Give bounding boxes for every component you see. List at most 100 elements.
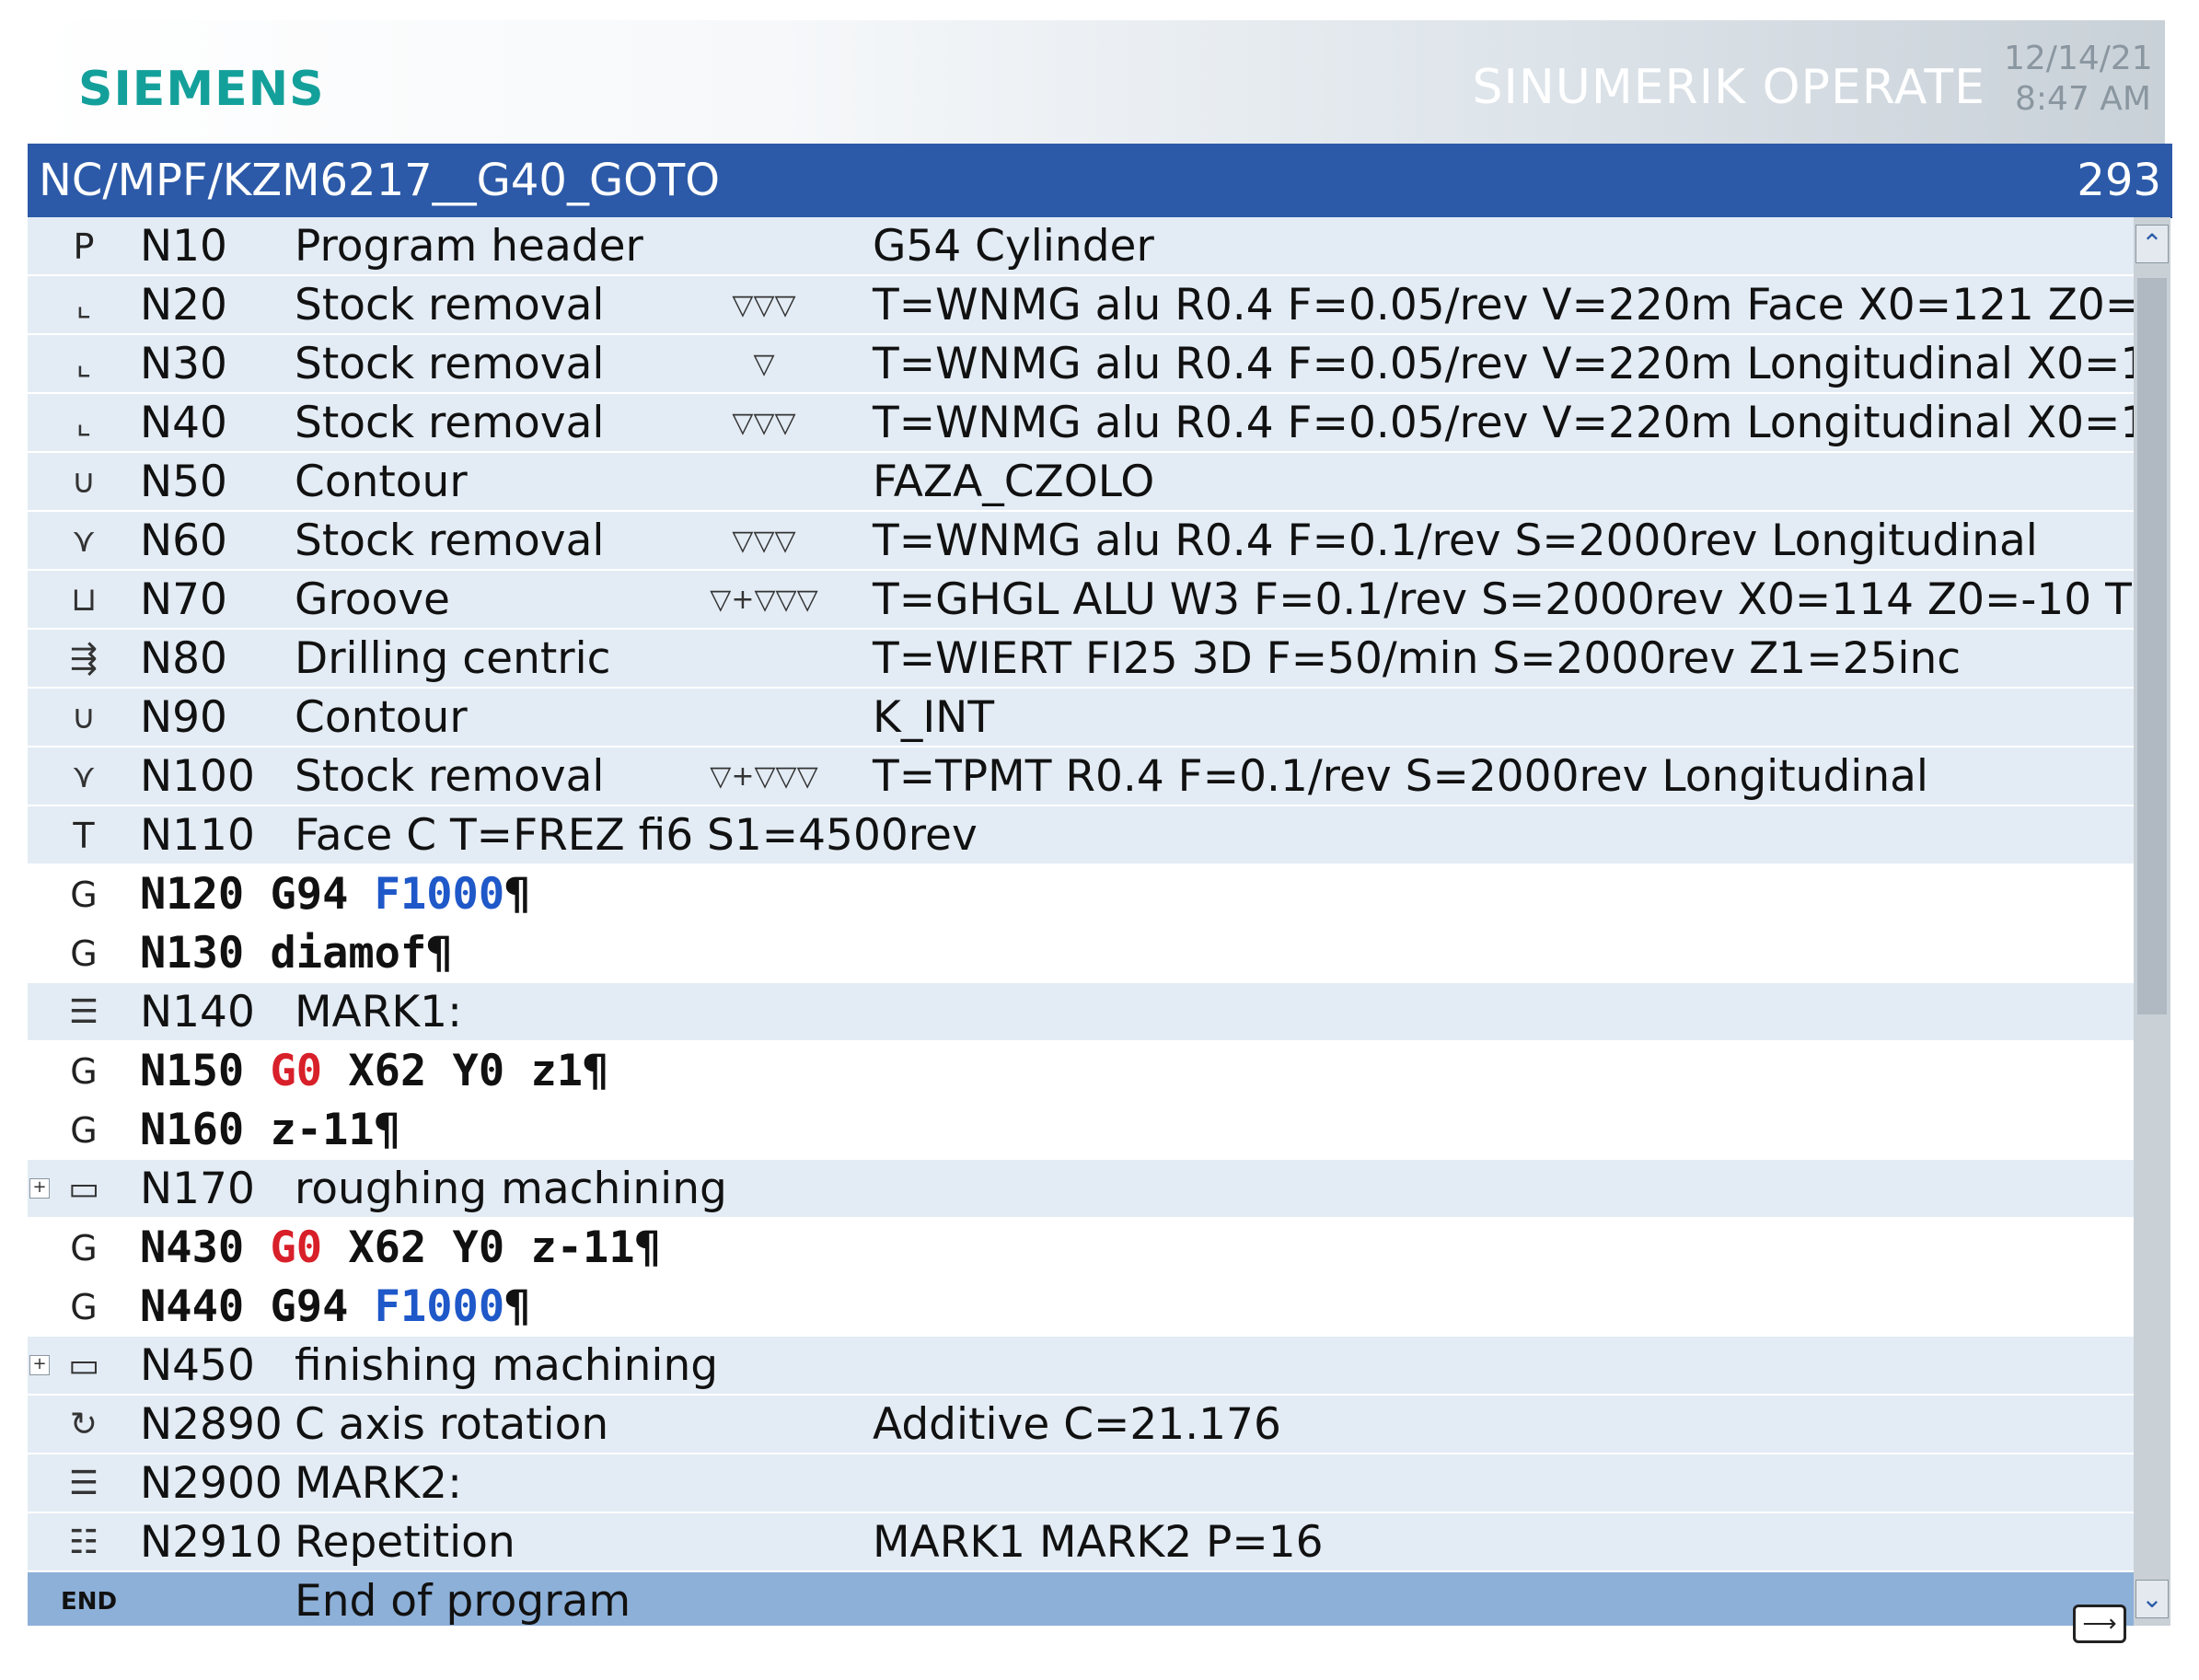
feed-code: F1000	[374, 869, 505, 920]
cycle-row[interactable]: ⋎ N60 Stock removal ▽▽▽ T=WNMG alu R0.4 F=0.…	[28, 512, 2134, 571]
block-name: Repetition	[295, 1517, 515, 1568]
cycle-row[interactable]: ☰ N2900 MARK2:	[28, 1454, 2134, 1513]
cycle-row[interactable]: T N110 Face C T=FREZ fi6 S1=4500rev	[28, 806, 2134, 865]
time-text: 8:47 AM	[2015, 80, 2151, 118]
g-code-icon: G	[70, 1051, 98, 1092]
block-number: N50	[140, 457, 227, 507]
feed-code: F1000	[374, 1281, 505, 1332]
cycle-row[interactable]: ☷ N2910 Repetition MARK1 MARK2 P=16	[28, 1513, 2134, 1572]
groove-icon: ⊔	[70, 581, 98, 619]
machining-marks: ▽▽▽	[732, 525, 796, 557]
block-parameters: Additive C=21.176	[873, 1399, 1281, 1450]
cycle-row[interactable]: ⌞ N20 Stock removal ▽▽▽ T=WNMG alu R0.4 F=0.…	[28, 276, 2134, 335]
block-name: MARK2:	[295, 1458, 462, 1509]
cycle-row[interactable]: ∪ N50 Contour FAZA_CZOLO	[28, 453, 2134, 512]
g-code-line: N440 G94 F1000¶	[140, 1281, 531, 1332]
scroll-up-button[interactable]: ⌃	[2135, 225, 2169, 263]
g-code-row[interactable]: G N160 z-11¶	[28, 1101, 2134, 1160]
line-count: 293	[2077, 155, 2161, 206]
cycle-row[interactable]: ☰ N140 MARK1:	[28, 983, 2134, 1042]
c-axis-rotation-icon: ↻	[69, 1406, 98, 1443]
g-code-icon: G	[70, 933, 98, 974]
block-number: N20	[140, 280, 227, 330]
block-name: Contour	[295, 457, 468, 507]
block-name: End of program	[295, 1576, 631, 1626]
block-parameters: T=WNMG alu R0.4 F=0.05/rev V=220m Longit…	[873, 339, 2134, 389]
block-name: finishing machining	[295, 1340, 719, 1391]
block-name: Stock removal	[295, 280, 605, 330]
clock: 12/14/21 8:47 AM	[2004, 39, 2153, 120]
program-list[interactable]: P N10 Program header G54 Cylinder ⌞ N20 Stock …	[28, 217, 2134, 1626]
enter-icon[interactable]: ⟶	[2073, 1605, 2126, 1643]
block-parameters: K_INT	[873, 692, 995, 743]
machining-marks: ▽	[753, 348, 775, 380]
block-name: roughing machining	[295, 1164, 727, 1214]
g-code-row[interactable]: G N150 G0 X62 Y0 z1¶	[28, 1042, 2134, 1101]
expand-toggle[interactable]: +	[29, 1178, 50, 1199]
block-number: N2890	[140, 1399, 283, 1450]
rapid-move-code: G0	[270, 1222, 323, 1273]
g-code-row[interactable]: G N130 diamof¶	[28, 924, 2134, 983]
block-number: N80	[140, 633, 227, 684]
header-banner: SIEMENS SINUMERIK OPERATE 12/14/21 8:47 …	[28, 20, 2165, 144]
block-name: Stock removal	[295, 516, 605, 566]
block-name: Groove	[295, 574, 450, 625]
stock-removal-face-icon: ⌞	[75, 286, 92, 324]
block-parameters: T=WNMG alu R0.4 F=0.05/rev V=220m Face X…	[873, 280, 2134, 330]
scrollbar[interactable]: ⌃ ⌄	[2134, 217, 2170, 1626]
g-code-icon: G	[70, 1287, 98, 1327]
block-number: N70	[140, 574, 227, 625]
g-code-icon: G	[70, 875, 98, 915]
cycle-row[interactable]: ∪ N90 Contour K_INT	[28, 689, 2134, 747]
repetition-icon: ☷	[68, 1524, 99, 1561]
cycle-row[interactable]: + ▭ N450 finishing machining	[28, 1337, 2134, 1396]
contour-icon: ∪	[71, 699, 97, 736]
program-header-icon: P	[73, 226, 95, 267]
scroll-thumb[interactable]	[2137, 278, 2167, 1014]
mark-icon: ☰	[68, 993, 99, 1031]
cycle-row[interactable]: ↻ N2890 C axis rotation Additive C=21.176	[28, 1396, 2134, 1454]
mark-icon: ☰	[68, 1465, 99, 1502]
cycle-row[interactable]: ⌞ N30 Stock removal ▽ T=WNMG alu R0.4 F=0.05…	[28, 335, 2134, 394]
g-code-line: N150 G0 X62 Y0 z1¶	[140, 1046, 609, 1096]
end-of-program-row[interactable]: END End of program	[28, 1572, 2134, 1626]
cycle-row[interactable]: ⌞ N40 Stock removal ▽▽▽ T=WNMG alu R0.4 F=0.…	[28, 394, 2134, 453]
g-code-row[interactable]: G N430 G0 X62 Y0 z-11¶	[28, 1219, 2134, 1278]
contour-stock-removal-icon: ⋎	[71, 758, 97, 795]
contour-icon: ∪	[71, 463, 97, 501]
product-title: SINUMERIK OPERATE	[1472, 60, 1985, 115]
block-name: Stock removal	[295, 339, 605, 389]
block-number: N110	[140, 810, 255, 861]
block-number: N10	[140, 221, 227, 272]
g-code-line: N130 diamof¶	[140, 928, 453, 979]
program-path: NC/MPF/KZM6217__G40_GOTO	[39, 155, 721, 206]
expand-toggle[interactable]: +	[29, 1355, 50, 1375]
block-number: N450	[140, 1340, 255, 1391]
block-parameters: T=GHGL ALU W3 F=0.1/rev S=2000rev X0=114…	[873, 574, 2134, 625]
cycle-row[interactable]: ⋎ N100 Stock removal ▽+▽▽▽ T=TPMT R0.4 F=0.1…	[28, 747, 2134, 806]
block-parameters: T=TPMT R0.4 F=0.1/rev S=2000rev Longitud…	[873, 751, 1928, 802]
cycle-row[interactable]: + ▭ N170 roughing machining	[28, 1160, 2134, 1219]
block-icon: ▭	[67, 1170, 99, 1208]
block-name: Stock removal	[295, 398, 605, 448]
block-number: N30	[140, 339, 227, 389]
drilling-icon: ⇶	[69, 640, 98, 678]
cycle-row[interactable]: ⇶ N80 Drilling centric T=WIERT FI25 3D F=50…	[28, 630, 2134, 689]
block-number: N60	[140, 516, 227, 566]
scroll-down-button[interactable]: ⌄	[2135, 1580, 2169, 1618]
date-text: 12/14/21	[2004, 40, 2153, 77]
g-code-line: N430 G0 X62 Y0 z-11¶	[140, 1222, 661, 1273]
block-number: N2900	[140, 1458, 283, 1509]
g-code-icon: G	[70, 1110, 98, 1151]
g-code-icon: G	[70, 1228, 98, 1269]
block-number: N170	[140, 1164, 255, 1214]
cycle-row[interactable]: ⊔ N70 Groove ▽+▽▽▽ T=GHGL ALU W3 F=0.1/rev S…	[28, 571, 2134, 630]
cycle-row[interactable]: P N10 Program header G54 Cylinder	[28, 217, 2134, 276]
block-name: Stock removal	[295, 751, 605, 802]
block-number: N40	[140, 398, 227, 448]
g-code-row[interactable]: G N120 G94 F1000¶	[28, 865, 2134, 924]
g-code-row[interactable]: G N440 G94 F1000¶	[28, 1278, 2134, 1337]
machining-marks: ▽▽▽	[732, 407, 796, 439]
block-number: N2910	[140, 1517, 283, 1568]
machining-marks: ▽▽▽	[732, 289, 796, 321]
